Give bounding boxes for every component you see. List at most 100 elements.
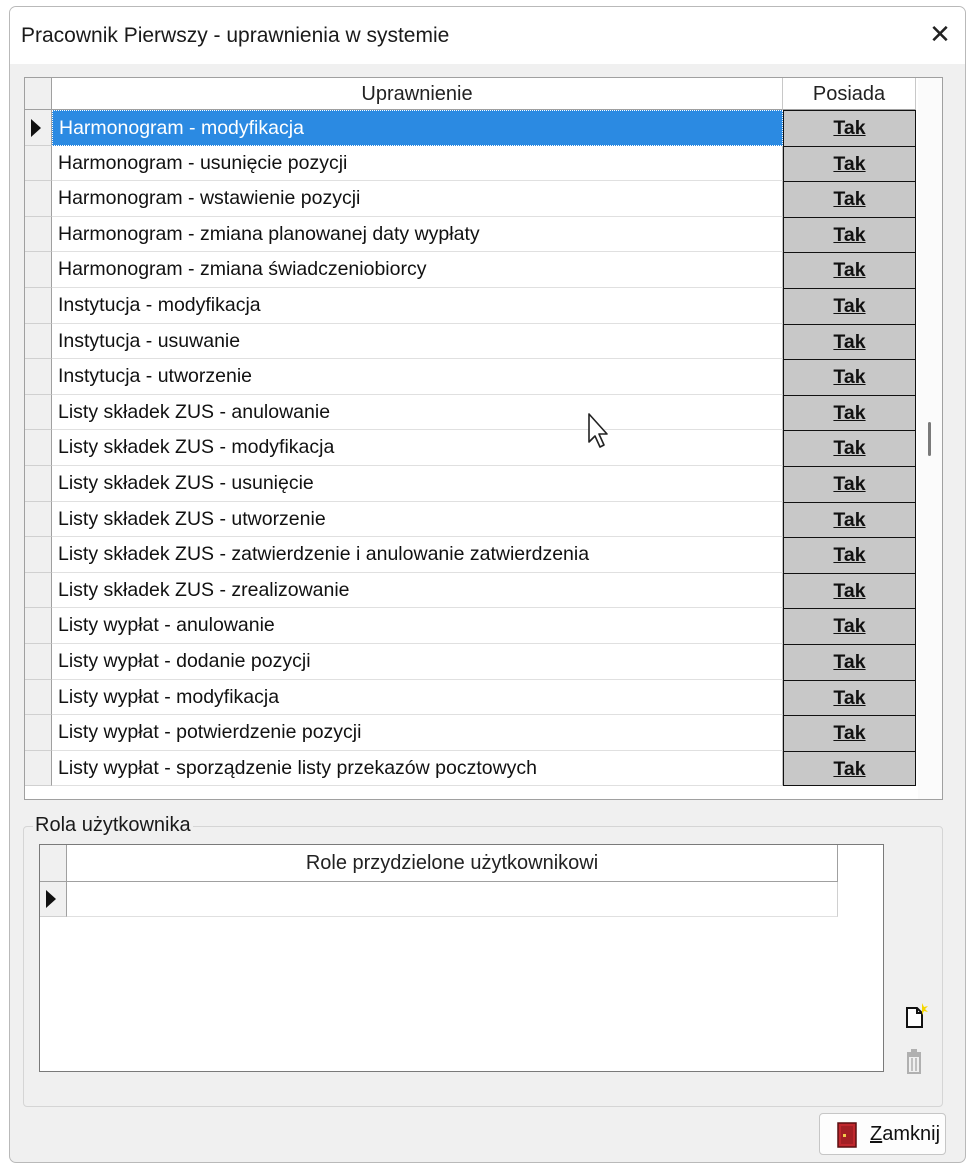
row-indicator[interactable] <box>25 110 52 146</box>
permission-has-cell[interactable]: Tak <box>783 145 916 182</box>
permission-name-cell[interactable]: Harmonogram - zmiana planowanej daty wyp… <box>52 216 783 253</box>
roles-grid: Role przydzielone użytkownikowi <box>39 844 884 1072</box>
permission-has-cell[interactable]: Tak <box>783 643 916 680</box>
permission-has-cell[interactable]: Tak <box>783 110 916 146</box>
row-indicator[interactable] <box>25 537 52 573</box>
permission-has-cell[interactable]: Tak <box>783 216 916 253</box>
permissions-grid: Uprawnienie Posiada Harmonogram - modyfi… <box>24 77 943 800</box>
permission-has-cell[interactable]: Tak <box>783 715 916 751</box>
trash-icon <box>907 1049 921 1074</box>
close-button-label: Zamknij <box>870 1123 941 1145</box>
row-indicator[interactable] <box>25 608 52 644</box>
permission-row[interactable]: Listy składek ZUS - zatwierdzenie i anul… <box>25 537 920 573</box>
permission-has-cell[interactable]: Tak <box>783 181 916 217</box>
column-header-has[interactable]: Posiada <box>783 78 916 110</box>
permission-has-cell[interactable]: Tak <box>783 394 916 431</box>
delete-role-button[interactable] <box>898 1046 930 1078</box>
roles-column-header[interactable]: Role przydzielone użytkownikowi <box>67 845 838 882</box>
row-indicator[interactable] <box>25 181 52 217</box>
row-indicator[interactable] <box>25 501 52 538</box>
row-indicator[interactable] <box>25 323 52 360</box>
permission-name-cell[interactable]: Harmonogram - wstawienie pozycji <box>52 181 783 217</box>
row-indicator[interactable] <box>25 643 52 680</box>
permission-has-cell[interactable]: Tak <box>783 430 916 466</box>
permission-has-cell[interactable]: Tak <box>783 359 916 395</box>
permission-row[interactable]: Instytucja - usuwanie Tak <box>25 323 920 360</box>
new-document-icon <box>906 1003 928 1028</box>
permission-name-cell[interactable]: Listy składek ZUS - usunięcie <box>52 465 783 502</box>
permission-name-cell[interactable]: Listy wypłat - potwierdzenie pozycji <box>52 715 783 751</box>
permission-name-cell[interactable]: Listy wypłat - anulowanie <box>52 608 783 644</box>
permission-name-cell[interactable]: Harmonogram - zmiana świadczeniobiorcy <box>52 252 783 288</box>
row-indicator[interactable] <box>25 287 52 324</box>
row-indicator[interactable] <box>25 679 52 716</box>
permission-name-cell[interactable]: Listy składek ZUS - zatwierdzenie i anul… <box>52 537 783 573</box>
row-indicator[interactable] <box>25 359 52 395</box>
row-indicator[interactable] <box>25 750 52 787</box>
permission-name-cell[interactable]: Listy składek ZUS - zrealizowanie <box>52 572 783 609</box>
permission-row[interactable]: Listy wypłat - potwierdzenie pozycji Tak <box>25 715 920 751</box>
row-indicator[interactable] <box>25 252 52 288</box>
permission-name-cell[interactable]: Harmonogram - modyfikacja <box>52 110 783 146</box>
permission-row[interactable]: Harmonogram - zmiana świadczeniobiorcy Ta… <box>25 252 920 288</box>
window-title: Pracownik Pierwszy - uprawnienia w syste… <box>21 24 450 47</box>
permission-has-cell[interactable]: Tak <box>783 679 916 716</box>
roles-new-row[interactable] <box>67 882 838 917</box>
permission-row[interactable]: Instytucja - utworzenie Tak <box>25 359 920 395</box>
vertical-scrollbar[interactable] <box>918 78 942 799</box>
permission-name-cell[interactable]: Instytucja - usuwanie <box>52 323 783 360</box>
permission-has-cell[interactable]: Tak <box>783 252 916 288</box>
close-icon[interactable]: ✕ <box>923 17 957 51</box>
permission-has-cell[interactable]: Tak <box>783 608 916 644</box>
permission-row[interactable]: Listy składek ZUS - utworzenie Tak <box>25 501 920 538</box>
permission-row[interactable]: Listy wypłat - modyfikacja Tak <box>25 679 920 716</box>
permission-row[interactable]: Listy wypłat - sporządzenie listy przeka… <box>25 750 920 787</box>
permission-row[interactable]: Listy wypłat - anulowanie Tak <box>25 608 920 644</box>
permission-name-cell[interactable]: Instytucja - utworzenie <box>52 359 783 395</box>
permission-row[interactable]: Harmonogram - zmiana planowanej daty wyp… <box>25 216 920 253</box>
row-indicator[interactable] <box>25 394 52 431</box>
permission-rows: Harmonogram - modyfikacja Tak Harmonogram … <box>25 110 920 787</box>
door-icon <box>837 1122 857 1148</box>
current-row-arrow-icon <box>31 119 41 137</box>
header-row-indicator <box>25 78 52 110</box>
permission-has-cell[interactable]: Tak <box>783 287 916 324</box>
permission-row[interactable]: Listy składek ZUS - anulowanie Tak <box>25 394 920 431</box>
permission-row[interactable]: Instytucja - modyfikacja Tak <box>25 287 920 324</box>
close-button[interactable]: Zamknij <box>819 1113 946 1155</box>
row-indicator[interactable] <box>25 465 52 502</box>
permission-row[interactable]: Listy składek ZUS - usunięcie Tak <box>25 465 920 502</box>
roles-header-indicator <box>40 845 67 882</box>
permission-name-cell[interactable]: Listy wypłat - sporządzenie listy przeka… <box>52 750 783 787</box>
permission-row[interactable]: Harmonogram - wstawienie pozycji Tak <box>25 181 920 217</box>
row-indicator[interactable] <box>25 216 52 253</box>
column-header-permission[interactable]: Uprawnienie <box>52 78 783 110</box>
permission-name-cell[interactable]: Listy wypłat - modyfikacja <box>52 679 783 716</box>
permission-has-cell[interactable]: Tak <box>783 572 916 609</box>
permission-name-cell[interactable]: Harmonogram - usunięcie pozycji <box>52 145 783 182</box>
roles-row-indicator[interactable] <box>40 882 67 917</box>
permission-row[interactable]: Listy wypłat - dodanie pozycji Tak <box>25 643 920 680</box>
title-bar: Pracownik Pierwszy - uprawnienia w syste… <box>10 7 965 64</box>
scrollbar-thumb[interactable] <box>928 422 931 456</box>
permission-row[interactable]: Harmonogram - usunięcie pozycji Tak <box>25 145 920 182</box>
row-indicator[interactable] <box>25 430 52 466</box>
permission-name-cell[interactable]: Listy składek ZUS - modyfikacja <box>52 430 783 466</box>
row-indicator[interactable] <box>25 715 52 751</box>
permission-has-cell[interactable]: Tak <box>783 537 916 573</box>
permission-name-cell[interactable]: Instytucja - modyfikacja <box>52 287 783 324</box>
permission-name-cell[interactable]: Listy wypłat - dodanie pozycji <box>52 643 783 680</box>
current-row-arrow-icon <box>46 890 56 908</box>
permission-has-cell[interactable]: Tak <box>783 465 916 502</box>
permission-row[interactable]: Listy składek ZUS - zrealizowanie Tak <box>25 572 920 609</box>
permission-row[interactable]: Listy składek ZUS - modyfikacja Tak <box>25 430 920 466</box>
permission-name-cell[interactable]: Listy składek ZUS - utworzenie <box>52 501 783 538</box>
add-role-button[interactable] <box>898 1001 930 1033</box>
permission-has-cell[interactable]: Tak <box>783 501 916 538</box>
permission-row[interactable]: Harmonogram - modyfikacja Tak <box>25 110 920 146</box>
permission-name-cell[interactable]: Listy składek ZUS - anulowanie <box>52 394 783 431</box>
permission-has-cell[interactable]: Tak <box>783 750 916 787</box>
row-indicator[interactable] <box>25 145 52 182</box>
permission-has-cell[interactable]: Tak <box>783 323 916 360</box>
row-indicator[interactable] <box>25 572 52 609</box>
